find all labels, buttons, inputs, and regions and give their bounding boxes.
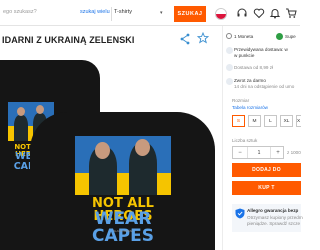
qty-label: Liczba sztuk bbox=[232, 138, 258, 143]
print-photo-large bbox=[75, 136, 171, 196]
search-input[interactable]: ego szukasz? bbox=[0, 9, 78, 21]
search-scope-link[interactable]: szukaj wielu bbox=[80, 9, 110, 15]
delivery-type: Przewidywana dostawa: w bbox=[234, 47, 288, 52]
qty-input[interactable]: 1 bbox=[247, 147, 271, 158]
truck-icon bbox=[226, 64, 233, 71]
delivery-place: w punkcie bbox=[234, 53, 255, 58]
print-caption: SLAVA UKRAINI bbox=[113, 230, 133, 233]
qty-minus-button[interactable]: − bbox=[234, 147, 246, 158]
heart-icon[interactable] bbox=[253, 7, 265, 19]
buy-now-button[interactable]: KUP T bbox=[232, 181, 301, 195]
returns-label: Zwrot za darmo bbox=[234, 78, 266, 83]
product-image-second[interactable]: NOT ALL HEROES WEAR CAPES SLAVA UKRAINI bbox=[30, 112, 215, 250]
moneta-label: 1 Moneta bbox=[234, 34, 254, 39]
delivery-price[interactable]: Dostawa od 8,99 zł bbox=[234, 65, 273, 70]
guarantee-text: Otrzymasz kupiony przedm bbox=[247, 215, 303, 220]
product-title: IDARNI Z UKRAINĄ ZELENSKI bbox=[2, 35, 135, 45]
shirt-print-large: NOT ALL HEROES WEAR CAPES SLAVA UKRAINI bbox=[75, 136, 171, 246]
returns-note: 14 dni na odstąpienie od umo bbox=[234, 84, 295, 89]
search-button[interactable]: SZUKAJ bbox=[174, 6, 206, 22]
top-header: ego szukasz? szukaj wielu T-shirty ▾ SZU… bbox=[0, 0, 300, 26]
size-option-xl[interactable]: XL bbox=[280, 115, 293, 127]
qty-total: z 1000 bbox=[287, 150, 301, 155]
quantity-stepper: − 1 + bbox=[232, 146, 284, 159]
add-to-cart-button[interactable]: DODAJ DO bbox=[232, 163, 301, 177]
box-icon bbox=[226, 47, 233, 54]
search-divider bbox=[111, 7, 112, 21]
star-icon[interactable] bbox=[197, 32, 209, 44]
size-option-m[interactable]: M bbox=[248, 115, 261, 127]
guarantee-text-2: pieniądze. Sprawdź szcze bbox=[247, 221, 301, 226]
checkmark-icon bbox=[276, 33, 283, 40]
guarantee-title: Allegro gwarancja bezp bbox=[247, 208, 299, 213]
purchase-panel: 1 Moneta Supe Przewidywana dostawa: w w … bbox=[222, 26, 303, 250]
print-line-2-large: WEAR CAPES bbox=[92, 209, 154, 246]
qty-plus-button[interactable]: + bbox=[272, 147, 284, 158]
bell-icon[interactable] bbox=[269, 7, 281, 19]
return-icon bbox=[226, 78, 233, 85]
moneta-radio[interactable] bbox=[226, 33, 232, 39]
cart-icon[interactable] bbox=[285, 7, 297, 19]
size-option-l[interactable]: L bbox=[264, 115, 277, 127]
size-option-more[interactable]: X bbox=[296, 115, 301, 127]
share-icon[interactable] bbox=[180, 33, 190, 45]
size-label: Rozmiar bbox=[232, 98, 250, 103]
size-table-link[interactable]: Tabela rozmiarów bbox=[232, 105, 268, 110]
guarantee-box[interactable]: Allegro gwarancja bezp Otrzymasz kupiony… bbox=[232, 204, 303, 232]
flag-poland-icon[interactable] bbox=[215, 8, 227, 20]
headset-icon[interactable] bbox=[236, 7, 248, 19]
super-label: Supe bbox=[285, 34, 296, 39]
shield-icon bbox=[235, 208, 245, 219]
size-option-s[interactable]: S bbox=[232, 115, 245, 127]
chevron-down-icon[interactable]: ▾ bbox=[160, 10, 163, 16]
